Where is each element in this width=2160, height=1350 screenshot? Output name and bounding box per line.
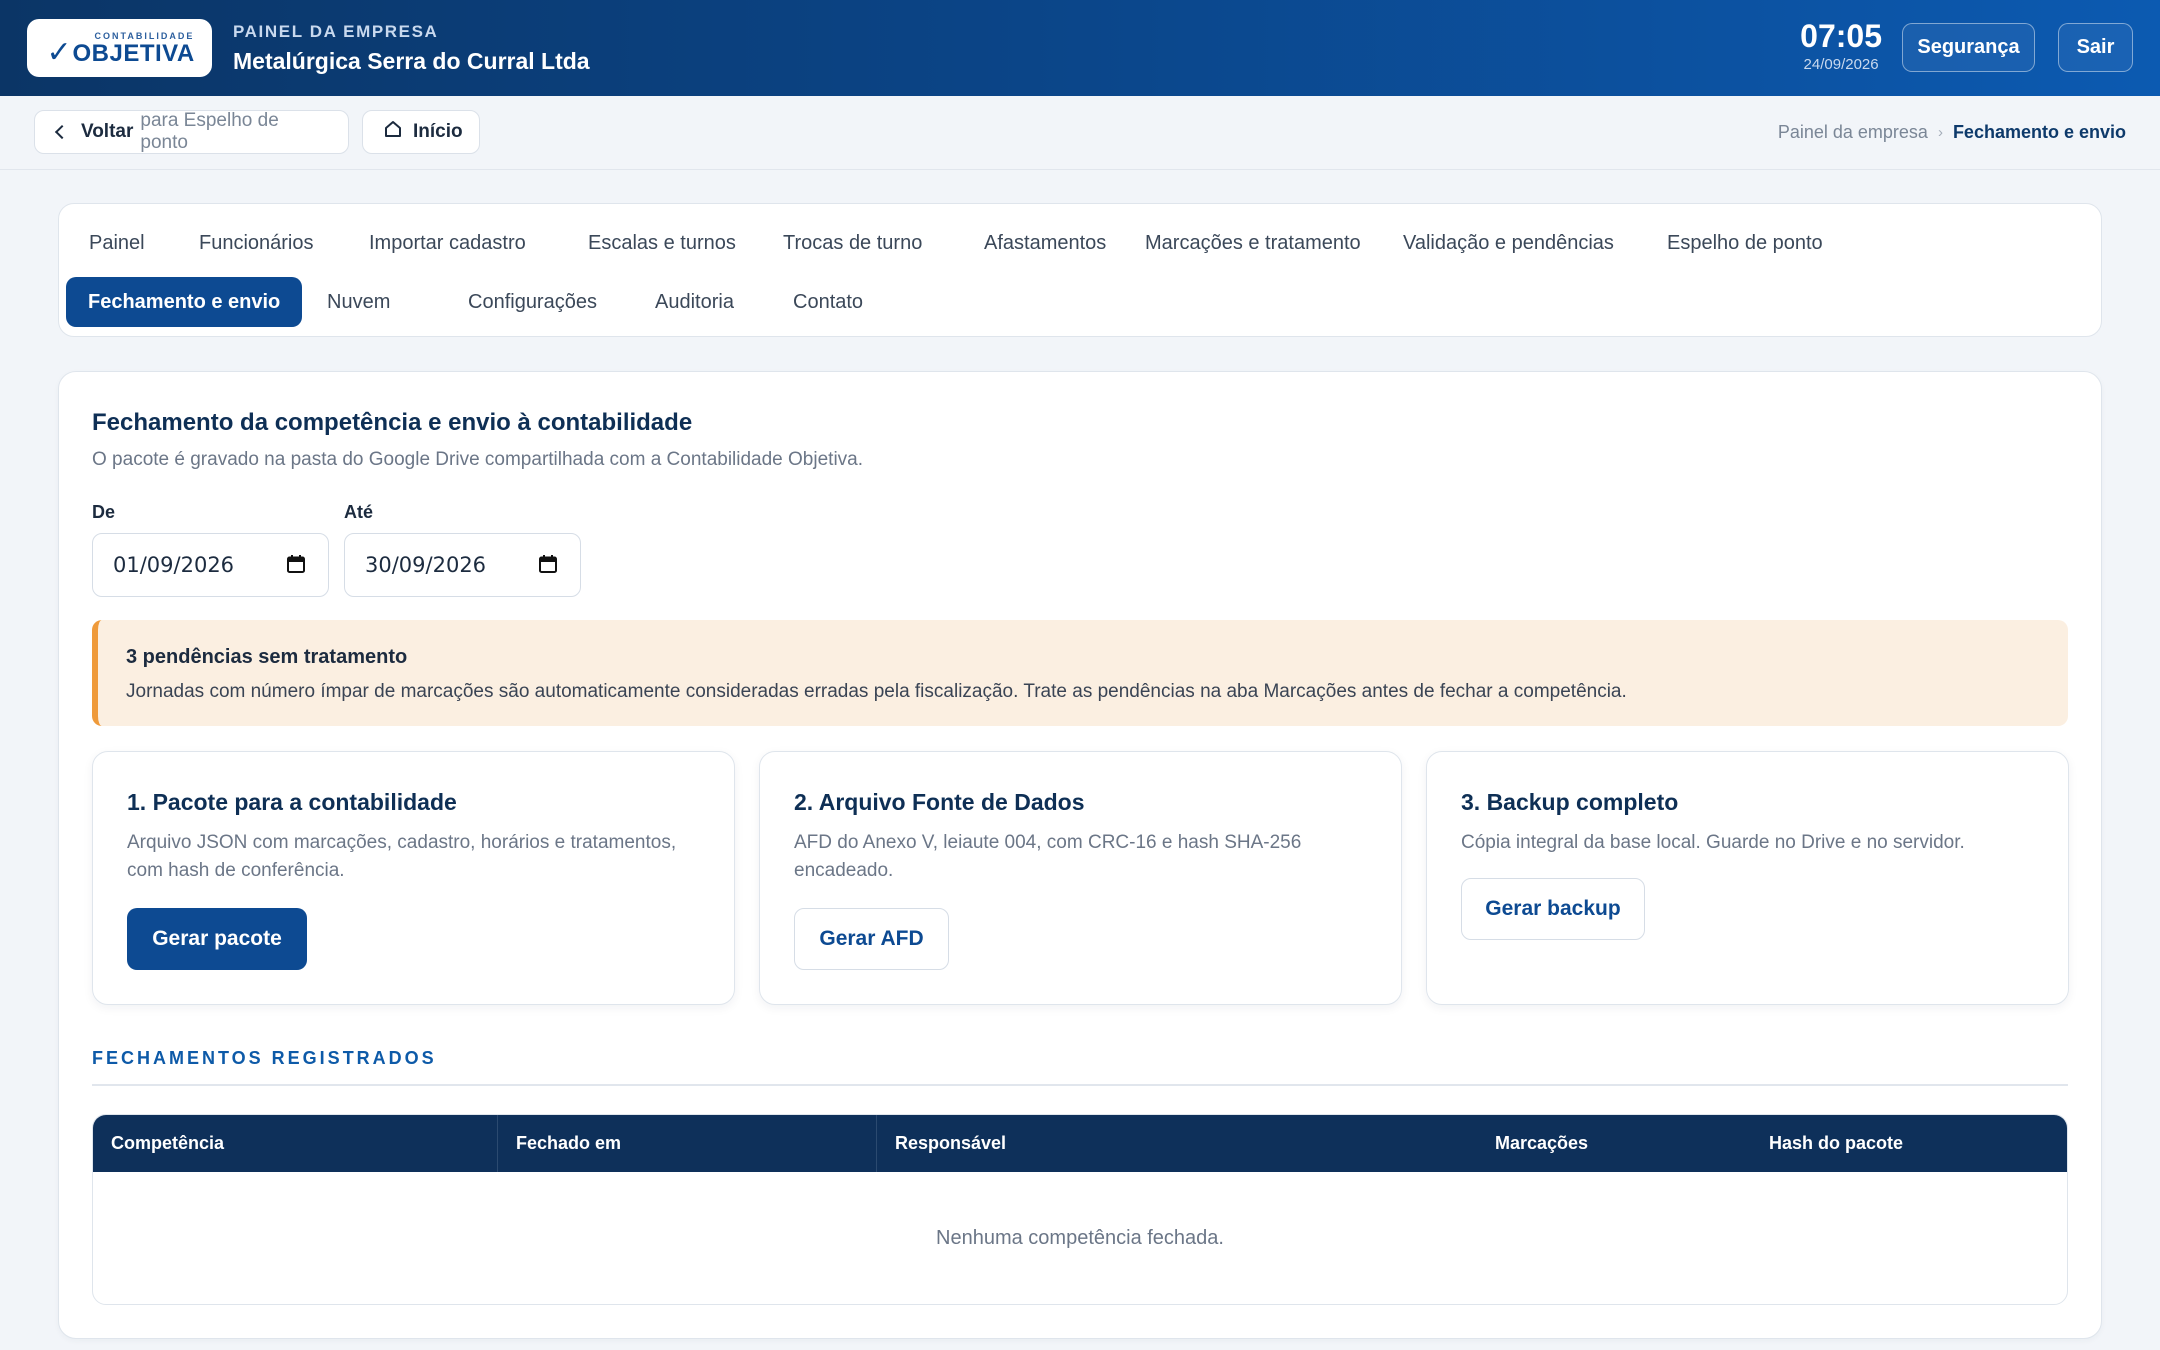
to-date-label: Até [344, 502, 374, 522]
closures-heading: FECHAMENTOS REGISTRADOS [92, 1048, 437, 1068]
from-date-label: De [92, 502, 116, 522]
tab-fechamento-envio[interactable]: Fechamento e envio [66, 277, 303, 327]
clock-date: 24/09/2026 [1803, 55, 1879, 73]
generate-afd-button[interactable]: Gerar AFD [794, 908, 949, 970]
tab-trocas-turno[interactable]: Trocas de turno [761, 218, 944, 268]
step-description: Arquivo JSON com marcações, cadastro, ho… [127, 832, 677, 881]
tab-importar-cadastro[interactable]: Importar cadastro [347, 218, 548, 268]
sub-toolbar: Voltar para Espelho de ponto Início Pain… [0, 96, 2160, 170]
clock-time: 07:05 [1800, 18, 1882, 54]
tab-configuracoes[interactable]: Configurações [446, 277, 619, 327]
pending-alert: 3 pendências sem tratamento Jornadas com… [92, 620, 2068, 726]
logo-mark: ✓ CONTABILIDADE OBJETIVA [45, 30, 195, 70]
calendar-icon[interactable] [538, 554, 558, 579]
logo-big-text: OBJETIVA [72, 40, 195, 67]
back-target: para Espelho de ponto [140, 110, 279, 153]
column-header-responsavel[interactable]: Responsável [876, 1115, 1476, 1172]
table-header: Competência Fechado em Responsável Marca… [93, 1115, 2067, 1172]
clock: 07:05 24/09/2026 [1800, 18, 1882, 73]
from-date-value: 01/09/2026 [113, 553, 235, 577]
tab-painel[interactable]: Painel [67, 218, 167, 268]
home-label: Início [413, 121, 463, 142]
back-label: Voltar [80, 121, 134, 142]
column-header-hash[interactable]: Hash do pacote [1751, 1115, 2051, 1172]
tab-funcionarios[interactable]: Funcionários [177, 218, 336, 268]
chevron-left-icon [54, 124, 70, 140]
tab-afastamentos[interactable]: Afastamentos [962, 218, 1128, 268]
tab-espelho-ponto[interactable]: Espelho de ponto [1645, 218, 1845, 268]
generate-package-button[interactable]: Gerar pacote [127, 908, 307, 970]
step-card-afd: 2. Arquivo Fonte de Dados AFD do Anexo V… [759, 751, 1402, 1005]
from-date-field[interactable]: 01/09/2026 [92, 533, 329, 597]
security-button[interactable]: Segurança [1902, 23, 2035, 72]
breadcrumb: Painel da empresa › Fechamento e envio [1778, 122, 2126, 143]
closing-panel: Fechamento da competência e envio à cont… [58, 371, 2102, 1339]
home-button[interactable]: Início [362, 110, 480, 154]
column-header-fechado-em[interactable]: Fechado em [497, 1115, 876, 1172]
page-subtitle: O pacote é gravado na pasta do Google Dr… [92, 449, 864, 470]
breadcrumb-item-current: Fechamento e envio [1952, 122, 2126, 142]
step-title: 3. Backup completo [1461, 789, 1679, 815]
to-date-value: 30/09/2026 [365, 553, 487, 577]
step-card-backup: 3. Backup completo Cópia integral da bas… [1426, 751, 2069, 1005]
home-icon [383, 119, 403, 145]
divider [92, 1084, 2068, 1086]
tab-marcacoes-tratamento[interactable]: Marcações e tratamento [1123, 218, 1383, 268]
generate-backup-button[interactable]: Gerar backup [1461, 878, 1645, 940]
section-tabs: Painel Funcionários Importar cadastro Es… [58, 203, 2102, 337]
check-icon: ✓ [46, 35, 72, 70]
back-button[interactable]: Voltar para Espelho de ponto [34, 110, 349, 154]
company-logo[interactable]: ✓ CONTABILIDADE OBJETIVA [27, 19, 212, 77]
alert-text: Jornadas com número ímpar de marcações s… [126, 681, 1627, 702]
top-header: ✓ CONTABILIDADE OBJETIVA PAINEL DA EMPRE… [0, 0, 2160, 96]
to-date-field[interactable]: 30/09/2026 [344, 533, 581, 597]
alert-title: 3 pendências sem tratamento [126, 646, 408, 668]
calendar-icon[interactable] [286, 554, 306, 579]
step-description: AFD do Anexo V, leiaute 004, com CRC-16 … [794, 832, 1302, 881]
step-description: Cópia integral da base local. Guarde no … [1461, 832, 1965, 853]
empty-state-message: Nenhuma competência fechada. [936, 1226, 1224, 1249]
breadcrumb-separator-icon: › [1937, 124, 1943, 141]
closures-table: Competência Fechado em Responsável Marca… [92, 1114, 2068, 1305]
panel-kicker: PAINEL DA EMPRESA [233, 22, 439, 41]
column-header-competencia[interactable]: Competência [93, 1115, 497, 1172]
column-header-marcacoes[interactable]: Marcações [1477, 1115, 1737, 1172]
exit-button[interactable]: Sair [2058, 23, 2133, 72]
page-title: Fechamento da competência e envio à cont… [92, 409, 693, 436]
tab-contato[interactable]: Contato [771, 277, 885, 327]
tab-validacao-pendencias[interactable]: Validação e pendências [1381, 218, 1636, 268]
tab-nuvem[interactable]: Nuvem [305, 277, 412, 327]
tab-escalas-turnos[interactable]: Escalas e turnos [566, 218, 758, 268]
tab-auditoria[interactable]: Auditoria [633, 277, 756, 327]
company-name: Metalúrgica Serra do Curral Ltda [233, 48, 590, 74]
breadcrumb-item-panel[interactable]: Painel da empresa [1778, 122, 1928, 143]
step-card-package: 1. Pacote para a contabilidade Arquivo J… [92, 751, 735, 1005]
step-title: 1. Pacote para a contabilidade [127, 789, 457, 815]
step-title: 2. Arquivo Fonte de Dados [794, 789, 1085, 815]
